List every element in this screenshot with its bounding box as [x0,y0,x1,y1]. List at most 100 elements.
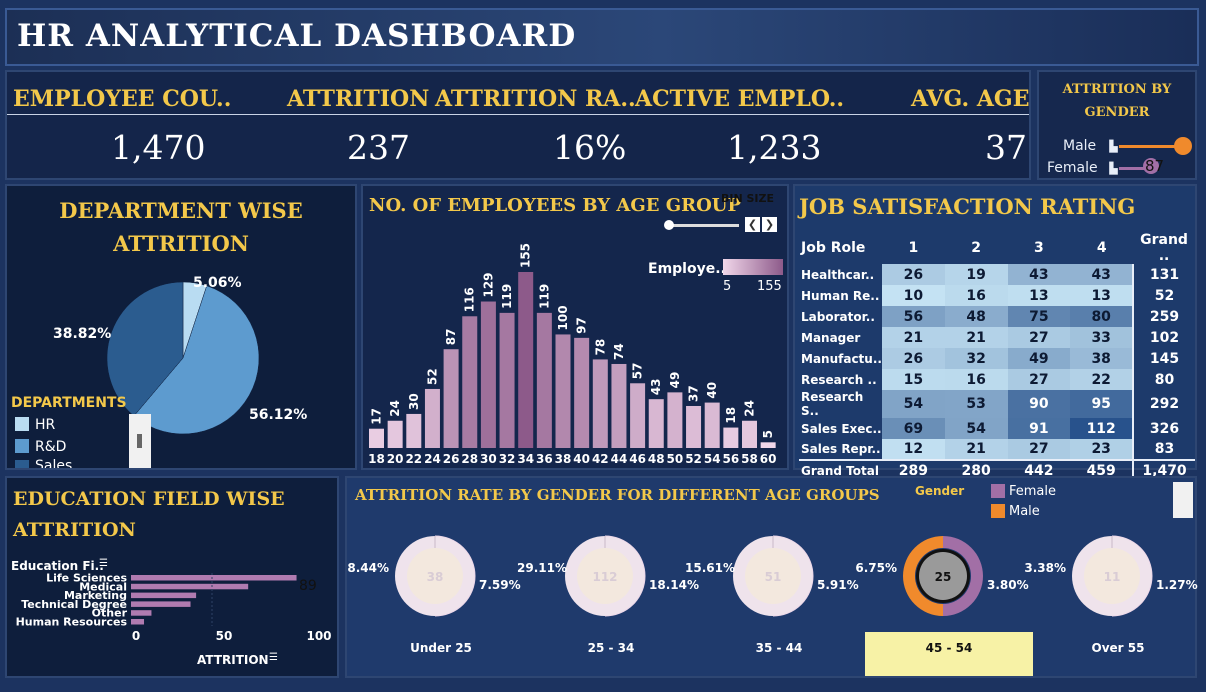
column-header-4[interactable]: 4 [1070,232,1133,264]
rating-cell[interactable]: 13 [1070,285,1134,306]
age-bar[interactable] [536,312,552,448]
age-group-label[interactable]: 45 - 54 [889,641,1009,655]
age-bar[interactable] [555,334,571,448]
rating-cell[interactable]: 38 [1070,348,1134,369]
education-bar[interactable] [131,601,191,607]
rating-cell[interactable]: 22 [1070,369,1134,390]
rating-cell[interactable]: 32 [944,348,1008,369]
rating-cell[interactable]: 27 [1007,369,1071,390]
rating-cell[interactable]: 16 [944,285,1008,306]
table-row[interactable]: Manufactu.. 26 32 49 38 145 [799,348,1195,369]
rating-cell[interactable]: 95 [1070,390,1134,418]
row-total-cell: 326 [1132,418,1195,439]
age-bar[interactable] [443,349,459,448]
age-bar[interactable] [760,442,776,448]
rating-cell[interactable]: 90 [1007,390,1071,418]
table-row[interactable]: Laborator.. 56 48 75 80 259 [799,306,1195,327]
rating-cell[interactable]: 13 [1007,285,1071,306]
rating-cell[interactable]: 23 [1070,439,1134,460]
rating-cell[interactable]: 43 [1007,264,1071,285]
rating-cell[interactable]: 21 [944,327,1008,348]
rating-cell[interactable]: 112 [1070,418,1134,439]
age-bar[interactable] [592,359,608,448]
age-group-donut[interactable]: 11 [1070,534,1154,618]
age-group-label[interactable]: Over 55 [1058,641,1178,655]
age-bar[interactable] [686,405,702,448]
age-bar[interactable] [723,427,739,448]
rating-cell[interactable]: 15 [881,369,945,390]
rating-cell[interactable]: 80 [1070,306,1134,327]
age-bar[interactable] [499,312,515,448]
age-bar[interactable] [574,337,590,448]
axis-sort-icon[interactable]: ☰ [269,652,278,663]
table-row[interactable]: Research S.. 54 53 90 95 292 [799,390,1195,418]
male-slider-track[interactable] [1119,145,1181,148]
rating-cell[interactable]: 91 [1007,418,1071,439]
legend-scrollbar[interactable] [129,414,151,468]
age-group-donut[interactable]: 112 [563,534,647,618]
rating-cell[interactable]: 48 [944,306,1008,327]
rating-cell[interactable]: 27 [1007,327,1071,348]
table-row[interactable]: Healthcar.. 26 19 43 43 131 [799,264,1195,285]
rating-cell[interactable]: 54 [881,390,945,418]
age-bar[interactable] [480,301,496,448]
legend-label-hr[interactable]: HR [35,417,55,433]
rating-cell[interactable]: 10 [881,285,945,306]
rating-cell[interactable]: 19 [944,264,1008,285]
rating-cell[interactable]: 54 [944,418,1008,439]
table-row[interactable]: Sales Repr.. 12 21 27 23 83 [799,439,1195,460]
column-header-3[interactable]: 3 [1008,232,1071,264]
column-header-grand-total[interactable]: Grand .. [1133,232,1195,264]
rating-cell[interactable]: 16 [944,369,1008,390]
age-group-donut[interactable]: 38 [393,534,477,618]
age-group-donut[interactable]: 51 [731,534,815,618]
age-tick-label: 48 [648,452,665,466]
age-bar[interactable] [424,388,440,448]
age-bar[interactable] [518,272,534,448]
age-group-label[interactable]: Under 25 [381,641,501,655]
rating-cell[interactable]: 12 [881,439,945,460]
rating-cell[interactable]: 27 [1007,439,1071,460]
age-bar[interactable] [611,363,627,448]
education-bar[interactable] [131,583,249,590]
education-bar[interactable] [131,592,197,599]
education-bar[interactable] [131,619,145,625]
male-slider-handle[interactable] [1174,137,1192,155]
column-header-1[interactable]: 1 [882,232,945,264]
age-bar[interactable] [369,428,384,448]
rating-cell[interactable]: 69 [881,418,945,439]
age-bar[interactable] [387,420,403,448]
rating-cell[interactable]: 26 [881,348,945,369]
job-role-cell: Healthcar.. [801,267,875,282]
education-bar[interactable] [131,575,297,581]
rating-cell[interactable]: 21 [881,327,945,348]
age-bar[interactable] [462,316,478,448]
age-bar[interactable] [406,413,422,448]
rating-cell[interactable]: 75 [1007,306,1071,327]
table-row[interactable]: Research .. 15 16 27 22 80 [799,369,1195,390]
rating-cell[interactable]: 21 [944,439,1008,460]
column-header-job-role[interactable]: Job Role [799,232,882,264]
age-bar[interactable] [667,392,683,448]
rating-cell[interactable]: 26 [881,264,945,285]
rating-cell[interactable]: 56 [881,306,945,327]
table-row[interactable]: Human Re.. 10 16 13 13 52 [799,285,1195,306]
age-group-donut[interactable]: 25 [901,534,985,618]
age-bar[interactable] [704,402,720,448]
table-row[interactable]: Manager 21 21 27 33 102 [799,327,1195,348]
age-bar[interactable] [630,383,646,448]
rating-cell[interactable]: 53 [944,390,1008,418]
age-bar[interactable] [742,420,757,448]
rating-cell[interactable]: 49 [1007,348,1071,369]
column-header-2[interactable]: 2 [945,232,1008,264]
age-group-label[interactable]: 35 - 44 [719,641,839,655]
legend-label-sales[interactable]: Sales [35,458,72,468]
age-bar[interactable] [648,399,664,448]
age-group-label[interactable]: 25 - 34 [551,641,671,655]
education-bar[interactable] [131,610,152,616]
rating-cell[interactable]: 43 [1070,264,1134,285]
legend-scrollbar-thumb[interactable] [137,434,142,448]
legend-label-rd[interactable]: R&D [35,439,66,455]
rating-cell[interactable]: 33 [1070,327,1134,348]
table-row[interactable]: Sales Exec.. 69 54 91 112 326 [799,418,1195,439]
